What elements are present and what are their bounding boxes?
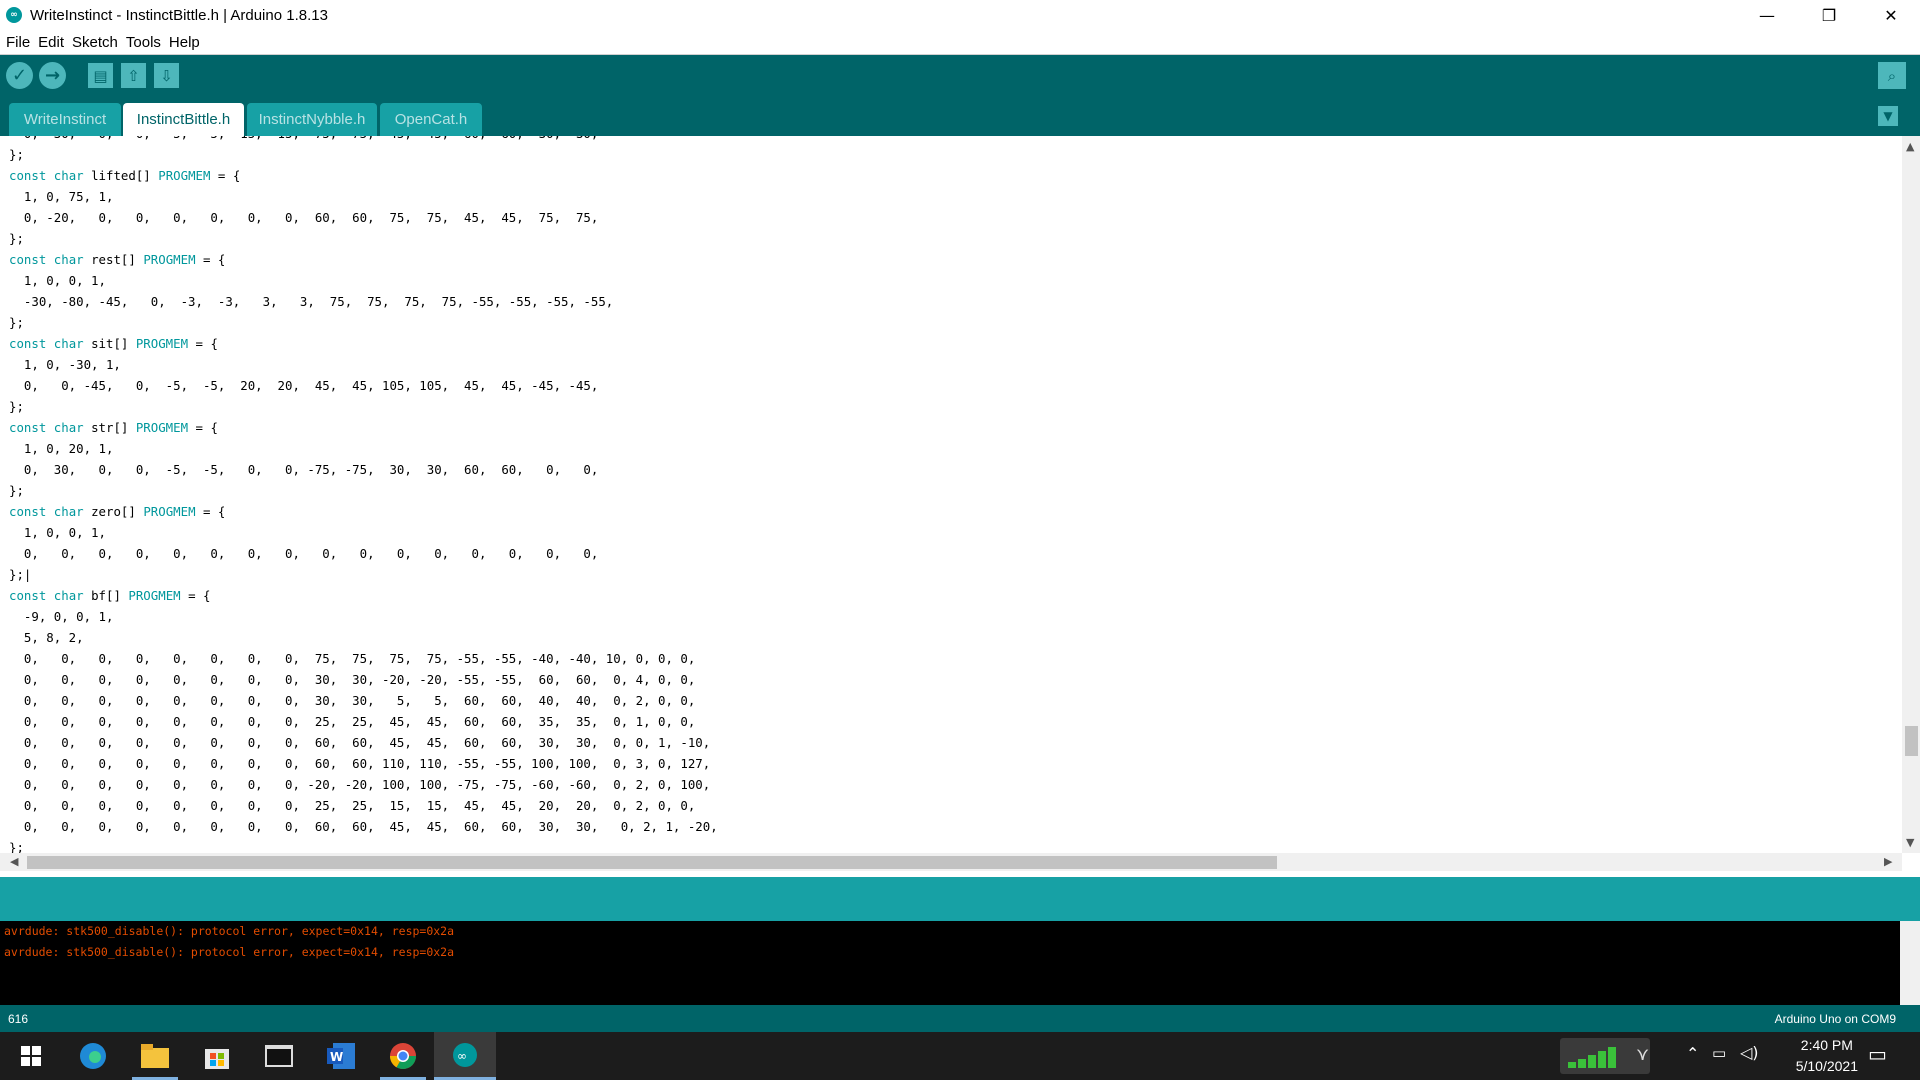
code-line[interactable]: 0, 0, 0, 0, 0, 0, 0, 0, 0, 0, 0, 0, 0, 0…: [9, 543, 718, 564]
save-sketch-button[interactable]: ⇩: [154, 63, 179, 88]
menu-edit[interactable]: Edit: [36, 34, 66, 51]
menu-file[interactable]: File: [4, 34, 32, 51]
code-line[interactable]: 1, 0, 20, 1,: [9, 438, 718, 459]
console-line: avrdude: stk500_disable(): protocol erro…: [4, 924, 455, 938]
menu-bar: File Edit Sketch Tools Help: [0, 30, 1920, 55]
code-line[interactable]: 0, 0, 0, 0, 0, 0, 0, 0, 30, 30, -20, -20…: [9, 669, 718, 690]
code-line[interactable]: };: [9, 396, 718, 417]
serial-monitor-button[interactable]: ⌕: [1878, 62, 1906, 89]
code-line[interactable]: const char lifted[] PROGMEM = {: [9, 165, 718, 186]
arduino-app-icon: ∞: [6, 7, 22, 23]
tab-opencat[interactable]: OpenCat.h: [380, 103, 482, 136]
code-line[interactable]: 0, -20, 0, 0, 0, 0, 0, 0, 60, 60, 75, 75…: [9, 207, 718, 228]
scroll-up-icon[interactable]: ▲: [1906, 140, 1914, 153]
code-editor[interactable]: 0, 30, 0, 0, -5, -5, 15, 15, -75, -75, 4…: [0, 136, 1902, 853]
status-bar: 616 Arduino Uno on COM9: [0, 1005, 1920, 1032]
console-scrollbar[interactable]: [1900, 921, 1920, 1005]
code-line[interactable]: 1, 0, -30, 1,: [9, 354, 718, 375]
scroll-right-icon[interactable]: ▶: [1884, 855, 1892, 868]
code-line[interactable]: 0, 0, 0, 0, 0, 0, 0, 0, 60, 60, 45, 45, …: [9, 732, 718, 753]
code-line[interactable]: 0, 30, 0, 0, -5, -5, 15, 15, -75, -75, 4…: [9, 136, 718, 144]
menu-sketch[interactable]: Sketch: [70, 34, 120, 51]
edge-icon[interactable]: [62, 1032, 124, 1080]
tab-instinctnybble[interactable]: InstinctNybble.h: [247, 103, 377, 136]
tab-instinctbittle[interactable]: InstinctBittle.h: [123, 103, 244, 136]
signal-bars-icon: [1568, 1047, 1616, 1068]
code-line[interactable]: const char bf[] PROGMEM = {: [9, 585, 718, 606]
menu-help[interactable]: Help: [167, 34, 202, 51]
clock[interactable]: 2:40 PM 5/10/2021: [1796, 1035, 1858, 1077]
svg-text:∞: ∞: [457, 1049, 467, 1063]
arduino-icon[interactable]: ∞: [434, 1032, 496, 1080]
close-button[interactable]: ✕: [1862, 0, 1920, 30]
scroll-left-icon[interactable]: ◀: [10, 855, 18, 868]
svg-text:W: W: [330, 1050, 343, 1064]
maximize-button[interactable]: ❐: [1800, 0, 1858, 30]
editor-horizontal-scroll-thumb[interactable]: [27, 856, 1277, 869]
code-line[interactable]: -30, -80, -45, 0, -3, -3, 3, 3, 75, 75, …: [9, 291, 718, 312]
editor-horizontal-scrollbar[interactable]: ◀ ▶: [0, 853, 1902, 871]
code-line[interactable]: 1, 0, 0, 1,: [9, 522, 718, 543]
line-number: 616: [8, 1012, 29, 1026]
code-text[interactable]: 0, 30, 0, 0, -5, -5, 15, 15, -75, -75, 4…: [9, 136, 718, 853]
clock-date: 5/10/2021: [1795, 1058, 1858, 1074]
start-icon[interactable]: [0, 1032, 62, 1080]
code-line[interactable]: 0, 0, 0, 0, 0, 0, 0, 0, 60, 60, 110, 110…: [9, 753, 718, 774]
chrome-icon[interactable]: [372, 1032, 434, 1080]
console-line: avrdude: stk500_disable(): protocol erro…: [4, 945, 455, 959]
store-icon[interactable]: [186, 1032, 248, 1080]
code-line[interactable]: };: [9, 228, 718, 249]
code-line[interactable]: 0, 0, 0, 0, 0, 0, 0, 0, 25, 25, 15, 15, …: [9, 795, 718, 816]
chevron-up-icon[interactable]: ⌃: [1686, 1044, 1699, 1063]
code-line[interactable]: const char sit[] PROGMEM = {: [9, 333, 718, 354]
open-sketch-button[interactable]: ⇧: [121, 63, 146, 88]
code-line[interactable]: };: [9, 144, 718, 165]
volume-icon[interactable]: ◁): [1740, 1043, 1759, 1062]
antenna-icon[interactable]: ⋎: [1636, 1044, 1649, 1065]
file-explorer-icon[interactable]: [124, 1032, 186, 1080]
tab-menu-button[interactable]: ▼: [1878, 106, 1898, 126]
title-bar: ∞ WriteInstinct - InstinctBittle.h | Ard…: [0, 0, 1920, 30]
board-info: Arduino Uno on COM9: [1774, 1012, 1896, 1026]
code-line[interactable]: };: [9, 480, 718, 501]
upload-button[interactable]: →: [39, 62, 66, 89]
editor-vertical-scrollbar[interactable]: ▲ ▼: [1902, 136, 1920, 853]
code-line[interactable]: 0, 0, 0, 0, 0, 0, 0, 0, 75, 75, 75, 75, …: [9, 648, 718, 669]
code-line[interactable]: 0, 0, 0, 0, 0, 0, 0, 0, -20, -20, 100, 1…: [9, 774, 718, 795]
code-line[interactable]: };: [9, 837, 718, 853]
code-line[interactable]: 0, 0, 0, 0, 0, 0, 0, 0, 30, 30, 5, 5, 60…: [9, 690, 718, 711]
code-line[interactable]: const char rest[] PROGMEM = {: [9, 249, 718, 270]
code-line[interactable]: 0, 0, 0, 0, 0, 0, 0, 0, 25, 25, 45, 45, …: [9, 711, 718, 732]
code-line[interactable]: -9, 0, 0, 1,: [9, 606, 718, 627]
clock-time: 2:40 PM: [1800, 1037, 1853, 1053]
code-line[interactable]: 5, 8, 2,: [9, 627, 718, 648]
editor-vertical-scroll-thumb[interactable]: [1905, 726, 1918, 756]
tab-bar: WriteInstinct InstinctBittle.h InstinctN…: [0, 96, 1920, 136]
code-line[interactable]: const char zero[] PROGMEM = {: [9, 501, 718, 522]
code-line[interactable]: 0, 0, -45, 0, -5, -5, 20, 20, 45, 45, 10…: [9, 375, 718, 396]
menu-tools[interactable]: Tools: [124, 34, 163, 51]
word-icon[interactable]: W: [310, 1032, 372, 1080]
code-line[interactable]: const char str[] PROGMEM = {: [9, 417, 718, 438]
scroll-down-icon[interactable]: ▼: [1906, 836, 1914, 849]
window-title: WriteInstinct - InstinctBittle.h | Ardui…: [30, 6, 328, 24]
battery-icon[interactable]: ▭: [1712, 1044, 1726, 1062]
code-line[interactable]: };|: [9, 564, 718, 585]
toolbar: ✓ → ▤ ⇧ ⇩ ⌕: [0, 55, 1920, 96]
message-bar: [0, 877, 1920, 921]
new-sketch-button[interactable]: ▤: [88, 63, 113, 88]
verify-button[interactable]: ✓: [6, 62, 33, 89]
code-line[interactable]: 1, 0, 75, 1,: [9, 186, 718, 207]
minimize-button[interactable]: —: [1738, 0, 1796, 30]
console-output[interactable]: avrdude: stk500_disable(): protocol erro…: [0, 921, 1900, 1005]
tab-writeinstinct[interactable]: WriteInstinct: [9, 103, 121, 136]
terminal-icon[interactable]: [248, 1032, 310, 1080]
code-line[interactable]: 0, 0, 0, 0, 0, 0, 0, 0, 60, 60, 45, 45, …: [9, 816, 718, 837]
windows-taskbar: W ∞ ⋎ ⌃ ▭ ◁) 2:40 PM 5/10/2021 ▭: [0, 1032, 1920, 1080]
code-line[interactable]: 1, 0, 0, 1,: [9, 270, 718, 291]
code-line[interactable]: 0, 30, 0, 0, -5, -5, 0, 0, -75, -75, 30,…: [9, 459, 718, 480]
notifications-icon[interactable]: ▭: [1868, 1042, 1887, 1066]
code-line[interactable]: };: [9, 312, 718, 333]
